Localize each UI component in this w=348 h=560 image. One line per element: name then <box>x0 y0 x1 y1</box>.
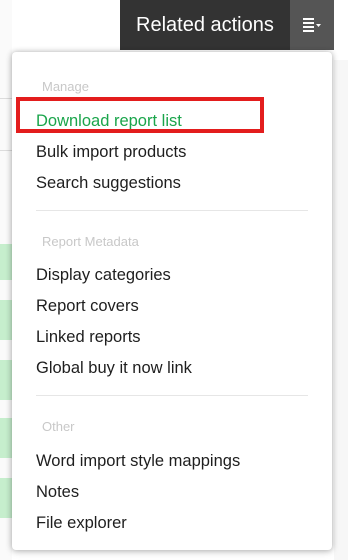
background-status-cell <box>0 244 12 280</box>
menu-item-report-covers[interactable]: Report covers <box>36 297 139 316</box>
menu-divider <box>36 210 308 211</box>
background-row-divider <box>0 150 12 151</box>
background-page-edge <box>0 0 12 560</box>
menu-item-word-import-style-mappings[interactable]: Word import style mappings <box>36 452 240 471</box>
menu-divider <box>36 395 308 396</box>
related-actions-label: Related actions <box>136 14 274 36</box>
menu-item-notes[interactable]: Notes <box>36 483 79 502</box>
section-header-report-metadata: Report Metadata <box>42 234 139 249</box>
section-header-other: Other <box>42 419 75 434</box>
menu-item-global-buy-it-now-link[interactable]: Global buy it now link <box>36 359 192 378</box>
menu-item-display-categories[interactable]: Display categories <box>36 266 171 285</box>
background-status-cell <box>0 418 12 458</box>
section-header-manage: Manage <box>42 79 89 94</box>
menu-item-search-suggestions[interactable]: Search suggestions <box>36 174 181 193</box>
menu-item-file-explorer[interactable]: File explorer <box>36 514 127 533</box>
related-actions-button[interactable]: Related actions <box>120 0 334 50</box>
background-status-cell <box>0 300 12 340</box>
highlight-box <box>16 97 264 133</box>
background-row-divider <box>0 98 12 99</box>
background-status-cell <box>0 478 12 518</box>
list-menu-icon[interactable] <box>290 0 334 50</box>
menu-item-bulk-import-products[interactable]: Bulk import products <box>36 143 186 162</box>
background-page-edge-right <box>334 60 348 560</box>
menu-item-linked-reports[interactable]: Linked reports <box>36 328 141 347</box>
related-actions-menu: Manage Download report list Bulk import … <box>12 52 332 550</box>
background-status-cell <box>0 360 12 400</box>
